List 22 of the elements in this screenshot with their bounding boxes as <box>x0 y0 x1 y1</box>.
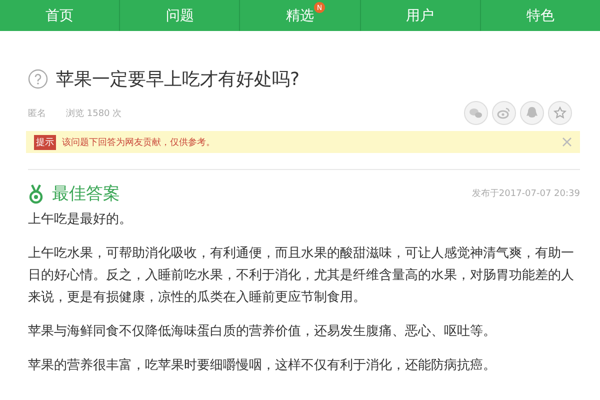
author-name: 匿名 <box>28 108 46 120</box>
view-count: 浏览 1580 次 <box>66 108 122 120</box>
nav-link[interactable]: 首页 <box>46 6 74 24</box>
answer-heading: 最佳答案 <box>52 183 120 205</box>
nav-link[interactable]: 问题 <box>166 6 194 24</box>
question-icon <box>28 69 48 89</box>
nav-link[interactable]: 用户 <box>406 6 434 24</box>
chat-share-icon[interactable] <box>464 101 488 125</box>
nav-link[interactable]: 特色 <box>526 6 554 24</box>
penguin-share-icon[interactable] <box>520 101 544 125</box>
answer-paragraph: 上午吃是最好的。 <box>28 211 133 229</box>
answer-paragraph: 苹果与海鲜同食不仅降低海味蛋白质的营养价值，还易发生腹痛、恶心、呕吐等。 <box>28 323 497 341</box>
notice-text: 该问题下回答为网友贡献，仅供参考。 <box>62 136 215 148</box>
answer-paragraph: 苹果的营养很丰富，吃苹果时要细嚼慢咽，这样不仅有利于消化，还能防病抗癌。 <box>28 357 497 375</box>
answer-paragraph: 上午吃水果，可帮助消化吸收，有利通便，而且水果的酸甜滋味，可让人感觉神清气爽，有助一日的好心情。反之，入睡前吃水果，不利于消化，尤其是纤维含量高的水果，对肠胃功能差的人来说，更是有损健康，凉性的瓜类在入睡前更应节制食用。 <box>28 245 575 307</box>
notice-tag: 提示 <box>34 134 56 150</box>
close-icon[interactable] <box>562 137 572 147</box>
publish-date: 发布于2017-07-07 20:39 <box>472 188 580 200</box>
nav-link[interactable]: 精选 <box>286 6 314 24</box>
medal-icon <box>28 184 44 204</box>
question-title: 苹果一定要早上吃才有好处吗? <box>56 68 300 91</box>
eye-share-icon[interactable] <box>492 101 516 125</box>
